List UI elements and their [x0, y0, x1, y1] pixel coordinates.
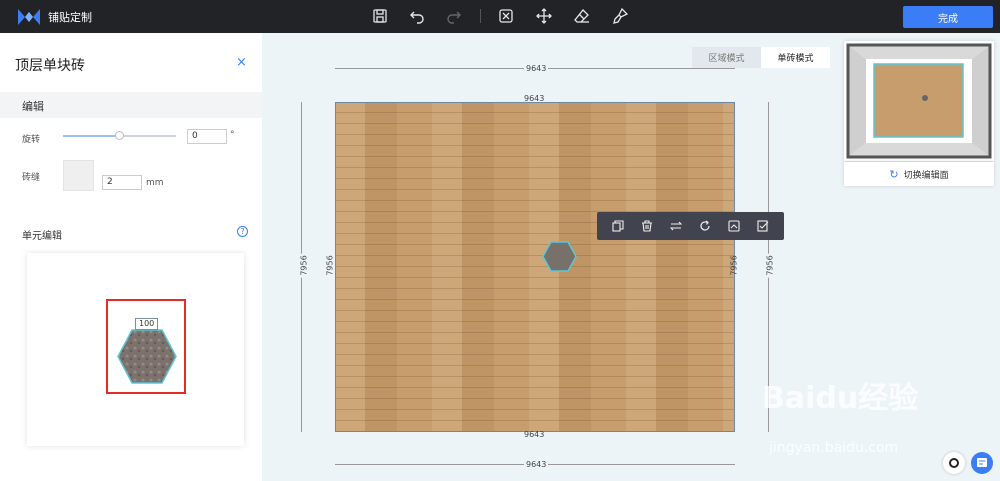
toolbar-separator	[480, 9, 481, 23]
rotate-slider[interactable]	[63, 131, 176, 140]
tile-size-label: 100	[135, 318, 159, 330]
brush-icon[interactable]	[612, 8, 628, 24]
grout-input[interactable]: 2	[102, 175, 142, 190]
inner-bottom-dimension: 9643	[524, 430, 545, 439]
edit-section-header: 编辑	[0, 92, 262, 118]
grout-label: 砖缝	[22, 173, 41, 183]
circle-tool-icon[interactable]	[943, 452, 965, 474]
unit-edit-label: 单元编辑	[22, 231, 62, 242]
inner-left-dimension: 7956	[325, 255, 335, 276]
mode-tabs: 区域模式 单砖模式	[692, 47, 830, 68]
check-edit-icon[interactable]	[757, 220, 769, 232]
eraser-icon[interactable]	[574, 8, 590, 24]
tab-area-mode[interactable]: 区域模式	[692, 47, 761, 68]
top-bar: 铺贴定制 完成	[0, 0, 1000, 33]
grout-color-swatch[interactable]	[63, 160, 94, 191]
tab-single-tile-mode[interactable]: 单砖模式	[761, 47, 830, 68]
unit-edit-card: 100	[27, 253, 244, 446]
panel-title: 顶层单块砖	[15, 58, 85, 74]
rotate-icon[interactable]	[699, 220, 711, 232]
duplicate-icon[interactable]	[612, 220, 624, 232]
hexagon-tile[interactable]	[117, 329, 177, 384]
grout-unit: mm	[146, 178, 164, 188]
rotate-input[interactable]: 0	[187, 129, 227, 144]
done-button[interactable]: 完成	[903, 6, 993, 28]
watermark-url: jingyan.baidu.com	[769, 440, 899, 456]
save-icon[interactable]	[372, 8, 388, 24]
tile-context-toolbar	[597, 212, 784, 240]
help-icon[interactable]: ?	[237, 226, 248, 237]
fit-view-icon[interactable]	[498, 8, 514, 24]
rotate-label: 旋转	[22, 135, 41, 145]
outer-bottom-dimension: 9643	[524, 460, 549, 469]
app-title: 铺贴定制	[48, 11, 92, 24]
inner-right-dimension: 7956	[729, 255, 739, 276]
tile-edit-panel: 顶层单块砖 × 编辑 旋转 0 ° 砖缝 2 mm 单元编辑 ? 100	[0, 33, 262, 481]
edit-section-label: 编辑	[22, 100, 44, 113]
rotate-slider-thumb[interactable]	[114, 131, 124, 140]
design-canvas[interactable]: 9643 9643 7956 7956 7956 9643 7956 9643 …	[262, 33, 1000, 481]
delete-icon[interactable]	[641, 220, 653, 232]
unit-selection-box[interactable]: 100	[106, 299, 186, 394]
floor-outline	[335, 102, 735, 432]
replace-icon[interactable]	[728, 220, 740, 232]
minimap-room	[846, 43, 992, 159]
close-icon[interactable]: ×	[236, 55, 247, 70]
outer-right-dimension: 7956	[765, 253, 775, 278]
minimap[interactable]	[844, 41, 994, 161]
placed-hexagon-tile[interactable]	[542, 241, 577, 272]
switch-edit-face-button[interactable]: ↻ 切换编辑面	[844, 162, 994, 186]
swap-icon[interactable]	[669, 220, 682, 232]
undo-icon[interactable]	[409, 8, 425, 24]
rotate-slider-fill	[63, 135, 120, 137]
rotate-unit: °	[230, 130, 235, 140]
move-icon[interactable]	[536, 8, 552, 24]
redo-icon[interactable]	[446, 8, 462, 24]
app-logo	[18, 9, 40, 25]
outer-top-dimension: 9643	[524, 64, 549, 73]
outer-left-dimension: 7956	[299, 253, 309, 278]
refresh-icon: ↻	[889, 167, 899, 181]
switch-edit-face-label: 切换编辑面	[903, 170, 949, 181]
chat-icon[interactable]	[971, 452, 993, 474]
